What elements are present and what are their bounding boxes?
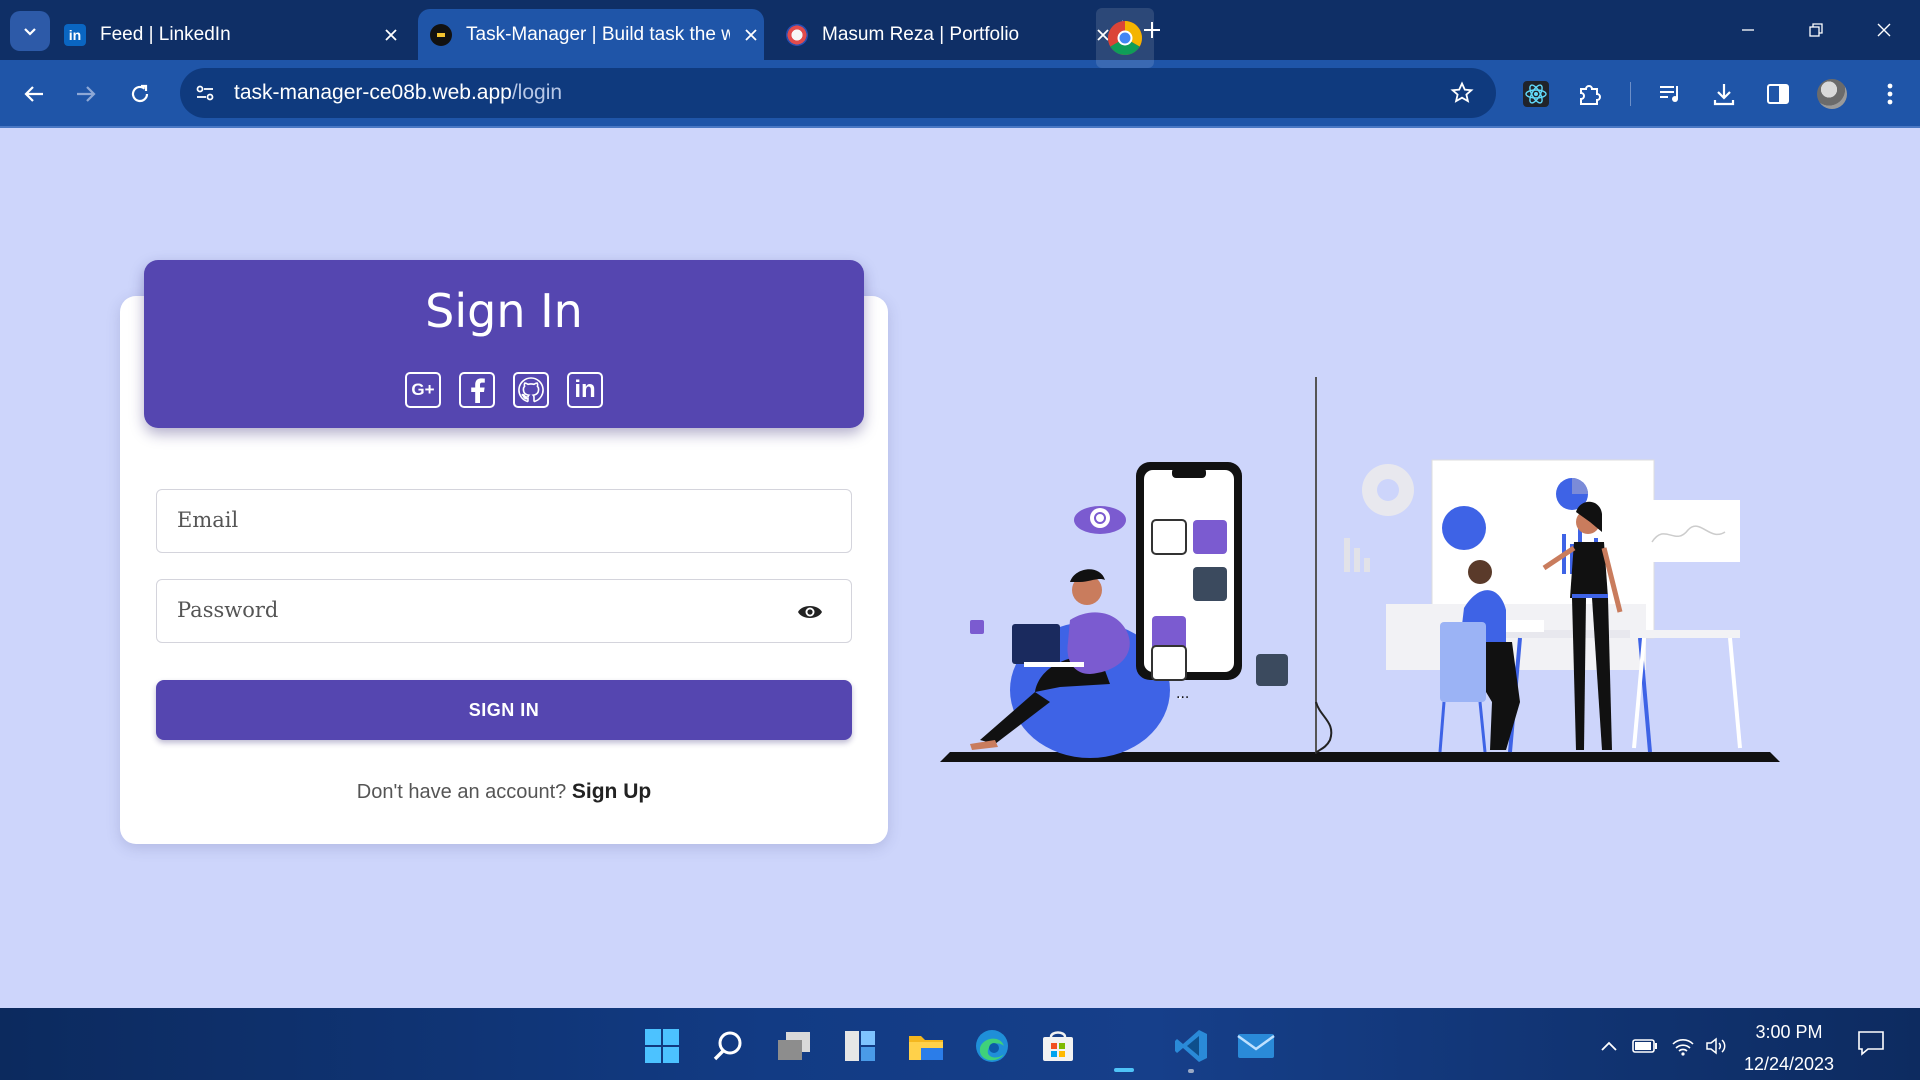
- windows-start-icon[interactable]: [642, 1026, 682, 1066]
- browser-tab-bar: in Feed | LinkedIn Task-Manager | Build …: [0, 0, 1920, 60]
- url-host: task-manager-ce08b.web.app: [234, 81, 512, 104]
- login-card-header: Sign In G+ in: [144, 260, 864, 428]
- tab-title: Masum Reza | Portfolio: [822, 23, 1020, 45]
- bookmark-star-icon[interactable]: [1450, 81, 1474, 105]
- mail-icon[interactable]: [1236, 1026, 1276, 1066]
- page-title: Sign In: [425, 284, 583, 338]
- profile-avatar[interactable]: [1817, 79, 1847, 109]
- back-button[interactable]: [16, 76, 52, 112]
- volume-icon[interactable]: [1704, 1034, 1730, 1058]
- arrow-left-icon: [24, 86, 43, 102]
- url-path: /login: [511, 81, 563, 104]
- minimize-button[interactable]: [1728, 12, 1768, 48]
- file-explorer-icon[interactable]: [906, 1026, 946, 1066]
- reload-button[interactable]: [122, 76, 158, 112]
- social-login-row: G+ in: [144, 372, 864, 408]
- chevron-up-icon[interactable]: [1596, 1034, 1622, 1058]
- chevron-down-icon: [24, 28, 36, 36]
- team-working-illustration: ...: [940, 377, 1780, 762]
- tab-search-button[interactable]: [10, 11, 50, 51]
- password-placeholder: Password: [177, 598, 279, 622]
- signup-prompt: Don't have an account? Sign Up: [120, 780, 888, 804]
- extensions-icon[interactable]: [1574, 78, 1606, 110]
- task-view-icon[interactable]: [774, 1026, 814, 1066]
- minimize-icon: [1742, 29, 1754, 31]
- tab-portfolio[interactable]: Masum Reza | Portfolio: [786, 9, 1116, 60]
- sign-up-link[interactable]: Sign Up: [572, 780, 651, 803]
- tab-linkedin[interactable]: in Feed | LinkedIn: [64, 9, 404, 60]
- forward-button[interactable]: [68, 76, 104, 112]
- task-manager-icon: [430, 23, 452, 46]
- react-devtools-icon[interactable]: [1520, 78, 1552, 110]
- battery-icon[interactable]: [1632, 1034, 1658, 1058]
- signup-prompt-text: Don't have an account?: [356, 781, 567, 803]
- linkedin-icon: in: [574, 376, 596, 403]
- portfolio-icon: [786, 23, 808, 46]
- google-plus-icon: G+: [411, 380, 435, 399]
- chrome-icon[interactable]: [1096, 8, 1154, 68]
- toolbar-divider: [1630, 82, 1631, 106]
- email-placeholder: Email: [177, 508, 239, 532]
- tab-task-manager[interactable]: Task-Manager | Build task the w: [418, 9, 764, 60]
- tab-title: Feed | LinkedIn: [100, 23, 231, 45]
- reload-icon: [131, 84, 149, 103]
- restore-button[interactable]: [1796, 12, 1836, 48]
- media-control-icon[interactable]: [1654, 78, 1686, 110]
- password-field[interactable]: Password: [156, 579, 852, 643]
- side-panel-icon[interactable]: [1762, 78, 1794, 110]
- github-icon: [518, 377, 544, 403]
- close-icon: [1877, 23, 1891, 37]
- download-icon[interactable]: [1708, 78, 1740, 110]
- vscode-icon[interactable]: [1171, 1026, 1211, 1066]
- url-text: task-manager-ce08b.web.app/login: [234, 81, 562, 105]
- google-plus-login-button[interactable]: G+: [405, 372, 441, 408]
- menu-kebab-icon[interactable]: [1874, 78, 1906, 110]
- edge-icon[interactable]: [972, 1026, 1012, 1066]
- close-icon[interactable]: [378, 22, 404, 48]
- browser-toolbar: task-manager-ce08b.web.app/login: [0, 60, 1920, 128]
- arrow-right-icon: [77, 86, 96, 102]
- search-icon[interactable]: [708, 1026, 748, 1066]
- active-app-indicator: [1114, 1068, 1134, 1072]
- linkedin-login-button[interactable]: in: [567, 372, 603, 408]
- svg-text:...: ...: [1176, 686, 1189, 702]
- store-icon[interactable]: [1038, 1026, 1078, 1066]
- sign-in-button[interactable]: SIGN IN: [156, 680, 852, 740]
- widgets-icon[interactable]: [840, 1026, 880, 1066]
- notification-icon[interactable]: [1856, 1028, 1886, 1058]
- linkedin-icon: in: [64, 23, 86, 46]
- clock-time: 3:00 PM: [1755, 1022, 1823, 1042]
- system-clock[interactable]: 3:00 PM 12/24/2023: [1734, 1016, 1844, 1080]
- eye-icon[interactable]: [797, 602, 823, 622]
- facebook-icon: [471, 378, 485, 403]
- github-login-button[interactable]: [513, 372, 549, 408]
- open-app-indicator: [1188, 1069, 1194, 1073]
- tab-title: Task-Manager | Build task the w: [466, 23, 730, 45]
- restore-icon: [1809, 23, 1823, 37]
- close-window-button[interactable]: [1864, 12, 1904, 48]
- email-field[interactable]: Email: [156, 489, 852, 553]
- address-bar[interactable]: task-manager-ce08b.web.app/login: [180, 68, 1496, 118]
- close-icon[interactable]: [738, 22, 764, 48]
- facebook-login-button[interactable]: [459, 372, 495, 408]
- site-info-icon[interactable]: [180, 68, 230, 118]
- wifi-icon[interactable]: [1670, 1034, 1696, 1058]
- clock-date: 12/24/2023: [1743, 1054, 1835, 1074]
